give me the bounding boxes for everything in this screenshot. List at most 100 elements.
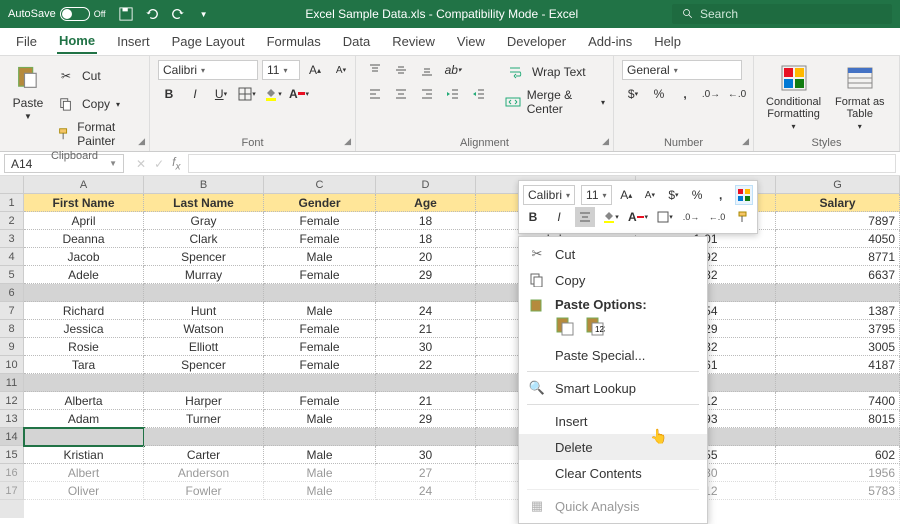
cell[interactable]: Age: [376, 194, 476, 212]
cell[interactable]: Alberta: [24, 392, 144, 410]
tab-data[interactable]: Data: [341, 30, 372, 53]
ctx-insert[interactable]: Insert: [519, 408, 707, 434]
cell[interactable]: 3005: [776, 338, 900, 356]
autosave-toggle[interactable]: AutoSave Off: [8, 7, 106, 21]
underline-button[interactable]: U▾: [210, 84, 232, 104]
row-head-16[interactable]: 16: [0, 464, 24, 482]
mini-bold-icon[interactable]: B: [523, 207, 543, 227]
table-row[interactable]: [24, 428, 900, 446]
comma-button[interactable]: ,: [674, 84, 696, 104]
insert-function-icon[interactable]: fx: [172, 155, 180, 172]
cell[interactable]: [264, 374, 376, 392]
paste-values-icon[interactable]: 123: [585, 316, 605, 336]
cell[interactable]: Albert: [24, 464, 144, 482]
cell[interactable]: Last Name: [144, 194, 264, 212]
cell[interactable]: Richard: [24, 302, 144, 320]
borders-button[interactable]: ▾: [236, 84, 258, 104]
italic-button[interactable]: I: [184, 84, 206, 104]
cell[interactable]: Carter: [144, 446, 264, 464]
format-as-table-button[interactable]: Format as Table▾: [831, 60, 889, 133]
cell[interactable]: 1387: [776, 302, 900, 320]
cell[interactable]: 30: [376, 338, 476, 356]
font-family-combo[interactable]: Calibri▾: [158, 60, 258, 80]
cell[interactable]: [776, 284, 900, 302]
align-bottom-icon[interactable]: [416, 60, 438, 80]
cell[interactable]: 22: [376, 356, 476, 374]
cell[interactable]: [24, 284, 144, 302]
cell[interactable]: Rosie: [24, 338, 144, 356]
font-size-combo[interactable]: 11▾: [262, 60, 300, 80]
table-row[interactable]: JessicaWatsonFemale21j.wats3-293795: [24, 320, 900, 338]
cell[interactable]: Anderson: [144, 464, 264, 482]
paste-button[interactable]: Paste ▼: [8, 60, 48, 123]
row-head-2[interactable]: 2: [0, 212, 24, 230]
tab-developer[interactable]: Developer: [505, 30, 568, 53]
cell[interactable]: Murray: [144, 266, 264, 284]
cell[interactable]: Tara: [24, 356, 144, 374]
mini-comma-icon[interactable]: ,: [712, 185, 730, 205]
copy-button[interactable]: Copy▾: [54, 92, 141, 116]
cell[interactable]: 18: [376, 230, 476, 248]
table-row[interactable]: DeannaClarkFemale18d.cla1-014050: [24, 230, 900, 248]
row-head-13[interactable]: 13: [0, 410, 24, 428]
cell[interactable]: 29: [376, 266, 476, 284]
cell[interactable]: Gray: [144, 212, 264, 230]
cell[interactable]: 7400: [776, 392, 900, 410]
cell[interactable]: Hunt: [144, 302, 264, 320]
table-row[interactable]: AdeleMurrayFemale29a.mur9-826637: [24, 266, 900, 284]
cell[interactable]: 5783: [776, 482, 900, 500]
cell[interactable]: [776, 428, 900, 446]
align-right-icon[interactable]: [416, 84, 438, 104]
cell[interactable]: 18: [376, 212, 476, 230]
mini-currency-icon[interactable]: $▾: [665, 185, 683, 205]
cell[interactable]: Female: [264, 266, 376, 284]
cell[interactable]: 6637: [776, 266, 900, 284]
table-row[interactable]: TaraSpencerFemale22t.spen8-614187: [24, 356, 900, 374]
cell[interactable]: Harper: [144, 392, 264, 410]
ctx-copy[interactable]: Copy: [519, 267, 707, 293]
cell[interactable]: [264, 284, 376, 302]
mini-font-combo[interactable]: Calibri▾: [523, 185, 575, 205]
cell[interactable]: Male: [264, 482, 376, 500]
row-head-6[interactable]: 6: [0, 284, 24, 302]
tab-home[interactable]: Home: [57, 29, 97, 54]
row-head-17[interactable]: 17: [0, 482, 24, 500]
cell[interactable]: Fowler: [144, 482, 264, 500]
increase-decimal-icon[interactable]: .0→: [700, 84, 722, 104]
cell[interactable]: [24, 428, 144, 446]
row-head-10[interactable]: 10: [0, 356, 24, 374]
tab-review[interactable]: Review: [390, 30, 437, 53]
tab-help[interactable]: Help: [652, 30, 683, 53]
ctx-paste-special[interactable]: Paste Special...: [519, 342, 707, 368]
mini-decrease-font-icon[interactable]: A▾: [641, 185, 659, 205]
cell[interactable]: Jacob: [24, 248, 144, 266]
mini-fill-color-icon[interactable]: ▾: [601, 207, 621, 227]
mini-borders-icon[interactable]: ▾: [655, 207, 675, 227]
cell[interactable]: Male: [264, 446, 376, 464]
cell[interactable]: Deanna: [24, 230, 144, 248]
cell[interactable]: [376, 284, 476, 302]
cell[interactable]: Spencer: [144, 248, 264, 266]
tab-view[interactable]: View: [455, 30, 487, 53]
cell[interactable]: Watson: [144, 320, 264, 338]
cell[interactable]: Kristian: [24, 446, 144, 464]
table-row[interactable]: AdamTurnerMale29a.turn8-938015: [24, 410, 900, 428]
tab-page-layout[interactable]: Page Layout: [170, 30, 247, 53]
cell[interactable]: Male: [264, 410, 376, 428]
align-middle-icon[interactable]: [390, 60, 412, 80]
cell[interactable]: [776, 374, 900, 392]
ctx-cut[interactable]: ✂Cut: [519, 241, 707, 267]
worksheet-grid[interactable]: 1234567891011121314151617 ABCDEFG First …: [0, 176, 900, 518]
cell[interactable]: 27: [376, 464, 476, 482]
cell[interactable]: Adam: [24, 410, 144, 428]
cell[interactable]: Male: [264, 248, 376, 266]
currency-button[interactable]: $▾: [622, 84, 644, 104]
cell[interactable]: Adele: [24, 266, 144, 284]
cell[interactable]: 4050: [776, 230, 900, 248]
col-head-C[interactable]: C: [264, 176, 376, 194]
cell[interactable]: First Name: [24, 194, 144, 212]
cell[interactable]: [144, 374, 264, 392]
col-head-B[interactable]: B: [144, 176, 264, 194]
table-row[interactable]: AprilGrayFemale18a.gra6-887897: [24, 212, 900, 230]
mini-percent-icon[interactable]: %: [688, 185, 706, 205]
